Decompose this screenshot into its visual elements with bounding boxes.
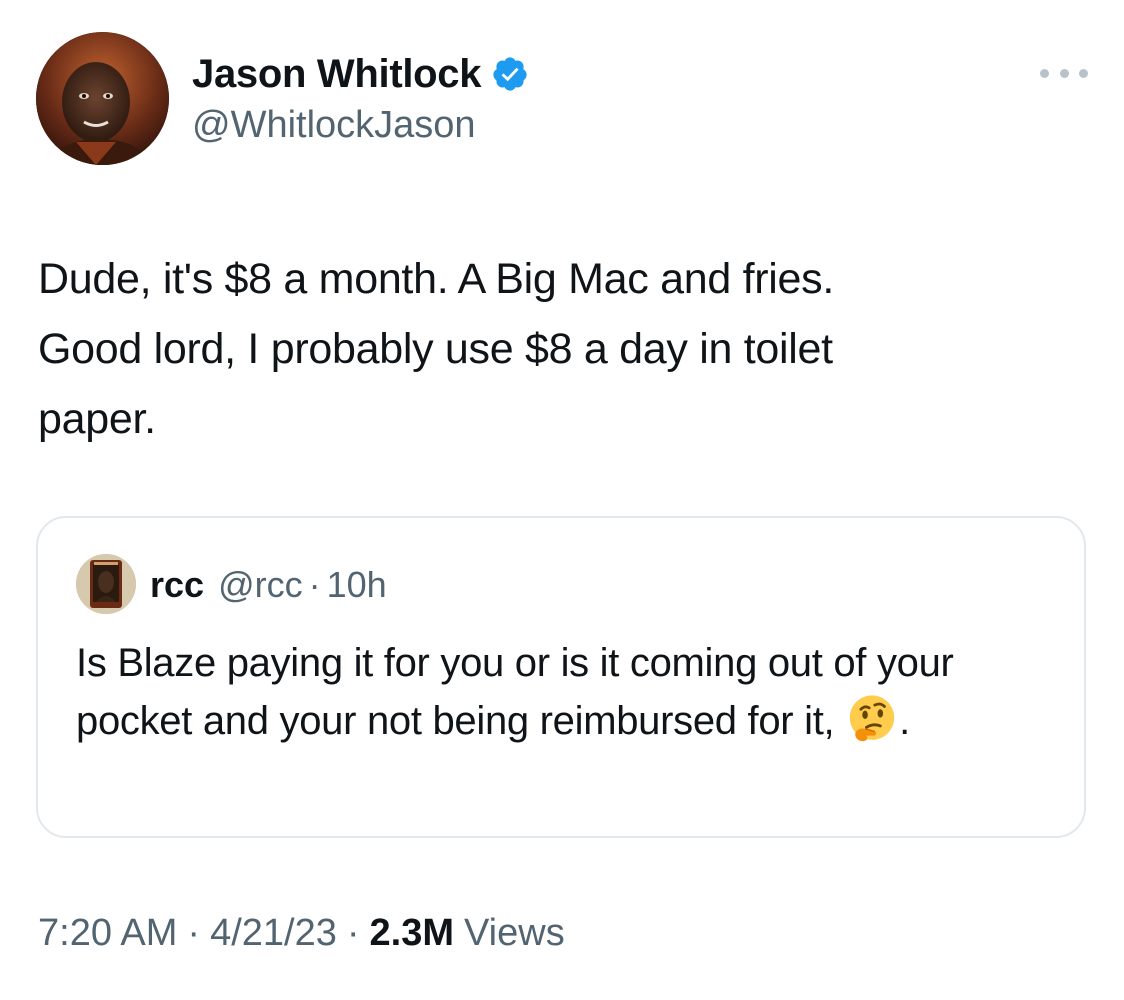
more-dot	[1059, 68, 1069, 78]
tweet-text: Dude, it's $8 a month. A Big Mac and fri…	[38, 255, 835, 443]
quoted-author-name[interactable]: rcc	[150, 564, 204, 606]
author-name[interactable]: Jason Whitlock	[192, 52, 481, 97]
verified-badge-icon[interactable]	[491, 55, 529, 93]
tweet-meta: 7:20 AM · 4/21/23 · 2.3M Views	[38, 912, 565, 955]
quoted-timestamp[interactable]: 10h	[327, 564, 387, 606]
quoted-avatar-image	[76, 554, 136, 614]
quoted-author-avatar[interactable]	[76, 554, 136, 614]
more-dot	[1040, 68, 1049, 78]
tweet-date[interactable]: 4/21/23	[210, 912, 337, 955]
thinking-face-emoji	[849, 695, 895, 742]
quoted-text-tail: .	[899, 699, 910, 743]
tweet-header: Jason Whitlock @WhitlockJason	[192, 44, 529, 147]
author-handle[interactable]: @WhitlockJason	[192, 104, 529, 147]
more-options-icon[interactable]	[1040, 62, 1088, 84]
quoted-tweet-card[interactable]: rcc @rcc · 10h Is Blaze paying it for yo…	[36, 516, 1086, 838]
meta-separator: ·	[346, 912, 360, 954]
views-label[interactable]: Views	[464, 912, 565, 955]
quoted-author-handle[interactable]: @rcc	[218, 564, 303, 606]
meta-separator: ·	[187, 912, 201, 954]
quoted-tweet-text: Is Blaze paying it for you or is it comi…	[76, 634, 1066, 750]
author-avatar[interactable]	[36, 32, 169, 165]
author-name-row: Jason Whitlock	[192, 44, 529, 104]
author-avatar-image	[36, 32, 169, 165]
quoted-text-body: Is Blaze paying it for you or is it comi…	[76, 641, 954, 743]
quoted-separator: ·	[308, 564, 321, 605]
quoted-tweet-header: rcc @rcc · 10h	[150, 564, 387, 606]
tweet-time[interactable]: 7:20 AM	[38, 912, 177, 955]
more-dot	[1079, 68, 1088, 78]
views-count[interactable]: 2.3M	[370, 912, 454, 955]
